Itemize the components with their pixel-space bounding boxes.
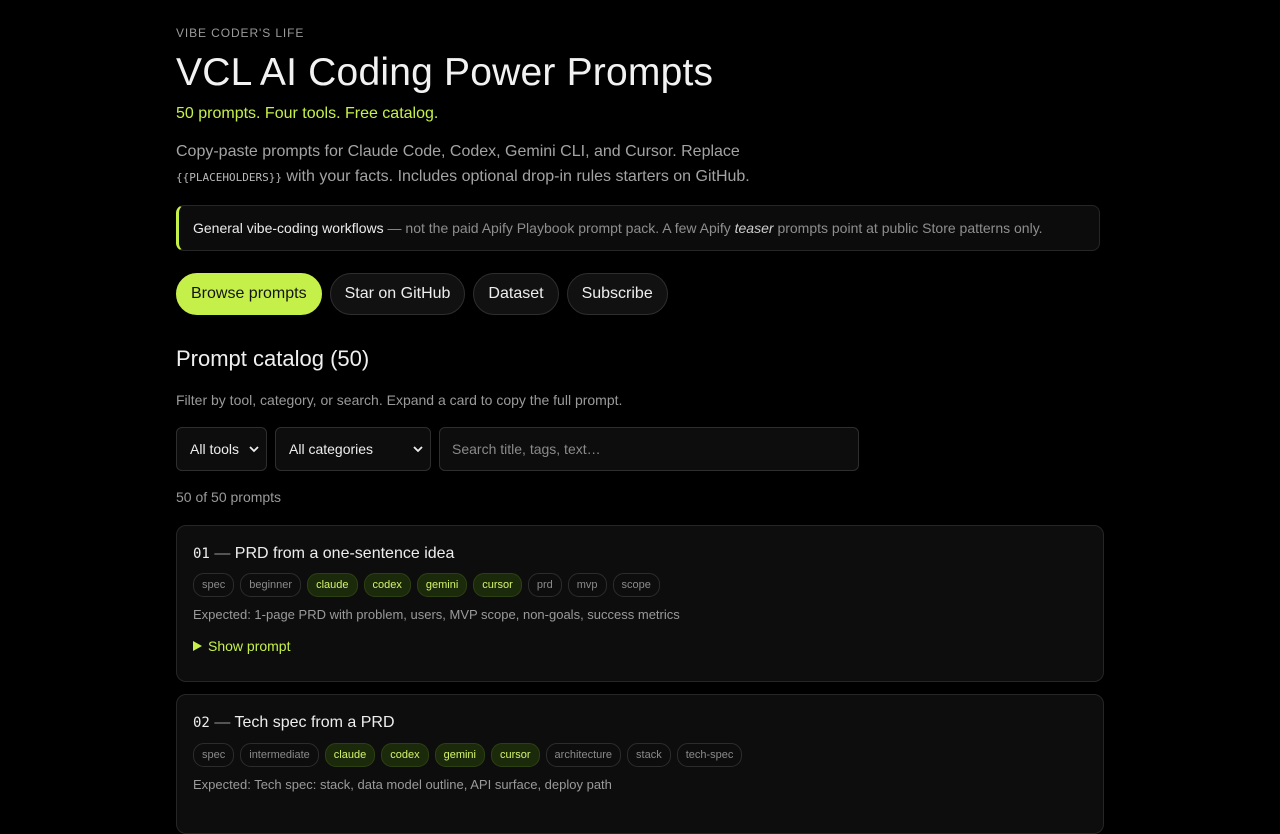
- tag-tool-gemini: gemini: [434, 743, 485, 767]
- prompt-number: 02: [193, 715, 210, 731]
- tag-tool-codex: codex: [363, 573, 411, 597]
- tag-list: spec intermediate claude codex gemini cu…: [193, 743, 743, 767]
- tag-list: spec beginner claude codex gemini cursor…: [193, 573, 660, 597]
- tag-level: intermediate: [240, 743, 319, 767]
- chevron-down-icon: [249, 446, 259, 453]
- tag-tool-codex: codex: [381, 743, 429, 767]
- prompt-number: 01: [193, 546, 210, 562]
- prompt-card: 01 — PRD from a one-sentence idea spec b…: [176, 525, 1104, 682]
- intro-text-part2: with your facts. Includes optional drop-…: [286, 168, 750, 185]
- triangle-right-icon: [193, 641, 202, 651]
- tag-category: spec: [193, 573, 235, 597]
- tag-tool-claude: claude: [307, 573, 358, 597]
- notice-strong: General vibe-coding workflows: [193, 220, 384, 236]
- page-title: VCL AI Coding Power Prompts: [176, 51, 714, 94]
- result-count: 50 of 50 prompts: [176, 489, 282, 505]
- subscribe-button[interactable]: Subscribe: [566, 273, 668, 315]
- title-separator: —: [214, 714, 231, 731]
- intro-text: Copy-paste prompts for Claude Code, Code…: [176, 139, 776, 190]
- tag-keyword: architecture: [545, 743, 622, 767]
- tag-keyword: scope: [612, 573, 660, 597]
- prompt-card-title: 02 — Tech spec from a PRD: [193, 714, 395, 732]
- notice-text-1: — not the paid Apify Playbook prompt pac…: [387, 220, 731, 236]
- tag-tool-gemini: gemini: [416, 573, 468, 597]
- tag-tool-cursor: cursor: [490, 743, 540, 767]
- notice-callout: General vibe-coding workflows — not the …: [176, 205, 1100, 251]
- tag-tool-claude: claude: [324, 743, 376, 767]
- notice-text-2: prompts point at public Store patterns o…: [777, 220, 1043, 236]
- action-buttons: Browse prompts Star on GitHub Dataset Su…: [176, 273, 668, 315]
- show-prompt-label: Show prompt: [208, 638, 291, 654]
- intro-text-part1: Copy-paste prompts for Claude Code, Code…: [176, 143, 740, 160]
- star-on-github-button[interactable]: Star on GitHub: [329, 273, 466, 315]
- tag-keyword: stack: [627, 743, 671, 767]
- eyebrow: VIBE CODER'S LIFE: [176, 26, 305, 40]
- category-filter-value: All categories: [289, 441, 374, 457]
- title-separator: —: [214, 545, 231, 562]
- catalog-subtitle: Filter by tool, category, or search. Exp…: [176, 392, 623, 408]
- catalog-heading: Prompt catalog (50): [176, 346, 370, 371]
- tag-keyword: tech-spec: [676, 743, 743, 767]
- expected-output: Expected: Tech spec: stack, data model o…: [193, 777, 612, 792]
- tag-level: beginner: [240, 573, 302, 597]
- prompt-title: PRD from a one-sentence idea: [234, 545, 455, 562]
- search-input[interactable]: [439, 427, 859, 471]
- dataset-button[interactable]: Dataset: [473, 273, 559, 315]
- expected-output: Expected: 1-page PRD with problem, users…: [193, 607, 680, 622]
- tool-filter-select[interactable]: All tools: [176, 427, 267, 471]
- show-prompt-toggle[interactable]: Show prompt: [193, 638, 290, 654]
- tool-filter-value: All tools: [190, 441, 240, 457]
- tag-keyword: prd: [527, 573, 562, 597]
- placeholder-code: {{PLACEHOLDERS}}: [176, 171, 282, 184]
- tag-category: spec: [193, 743, 235, 767]
- tag-keyword: mvp: [567, 573, 607, 597]
- notice-emphasis: teaser: [734, 220, 774, 236]
- filter-bar: All tools All categories: [176, 427, 859, 471]
- tag-tool-cursor: cursor: [473, 573, 522, 597]
- prompt-card-title: 01 — PRD from a one-sentence idea: [193, 545, 454, 563]
- tagline: 50 prompts. Four tools. Free catalog.: [176, 105, 439, 122]
- browse-prompts-button[interactable]: Browse prompts: [176, 273, 322, 315]
- chevron-down-icon: [413, 446, 423, 453]
- prompt-card: 02 — Tech spec from a PRD spec intermedi…: [176, 694, 1104, 834]
- category-filter-select[interactable]: All categories: [275, 427, 431, 471]
- prompt-title: Tech spec from a PRD: [234, 714, 395, 731]
